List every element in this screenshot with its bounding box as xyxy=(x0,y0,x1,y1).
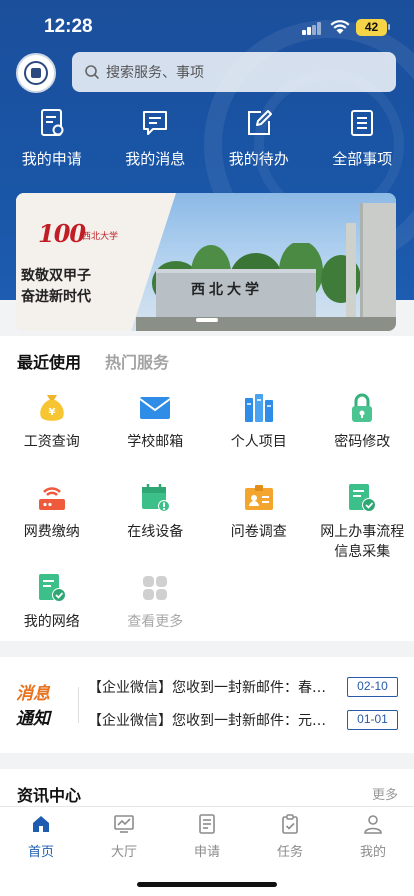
quick-my-applications[interactable]: 我的申请 xyxy=(0,108,104,178)
battery-cap xyxy=(388,24,390,30)
service-label: 密码修改 xyxy=(334,434,391,450)
tab-profile[interactable]: 我的 xyxy=(343,813,403,860)
edit-todo-icon xyxy=(247,110,272,135)
quick-label: 我的待办 xyxy=(228,150,289,168)
lock-icon xyxy=(352,393,373,422)
tab-label: 申请 xyxy=(193,845,220,860)
status-bar: 12:28 42 xyxy=(0,0,414,54)
banner-pillar xyxy=(346,223,356,331)
tab-hall[interactable]: 大厅 xyxy=(94,813,154,860)
application-doc-icon xyxy=(40,109,64,136)
banner-page-indicator xyxy=(196,318,218,322)
university-logo[interactable] xyxy=(16,53,56,93)
news-section: 资讯中心 更多 xyxy=(0,769,414,809)
banner-tower xyxy=(360,203,396,331)
anniversary-logo-sub: 西北大学 xyxy=(82,232,119,242)
news-title: 资讯中心 xyxy=(17,786,82,805)
device-calendar-icon xyxy=(142,484,171,512)
service-label: 网费缴纳 xyxy=(23,524,80,540)
project-books-icon xyxy=(244,394,273,422)
service-network-fee[interactable]: 网费缴纳 xyxy=(0,478,104,568)
tab-popular[interactable]: 热门服务 xyxy=(105,349,169,373)
more-grid-icon xyxy=(143,576,168,600)
service-personal-projects[interactable]: 个人项目 xyxy=(207,388,311,478)
tab-task[interactable]: 任务 xyxy=(260,813,320,860)
service-label: 在线设备 xyxy=(127,524,184,540)
list-icon xyxy=(351,110,374,136)
network-doc-icon xyxy=(38,574,66,602)
home-icon xyxy=(33,816,49,832)
service-online-process-info[interactable]: 网上办事流程信息采集 xyxy=(311,478,414,568)
banner-slogan-line1: 致敬双甲子 xyxy=(21,268,91,284)
status-time: 12:28 xyxy=(44,16,93,37)
hall-icon xyxy=(114,815,134,833)
battery-indicator: 42 xyxy=(356,19,387,36)
banner-slogan: 致敬双甲子 奋进新时代 xyxy=(21,266,91,308)
news-more-link[interactable]: 更多 xyxy=(372,784,398,803)
tab-label: 任务 xyxy=(276,845,303,860)
service-label: 查看更多 xyxy=(127,614,184,630)
apply-icon xyxy=(199,814,215,834)
notice-item-date: 01-01 xyxy=(347,710,398,730)
service-survey[interactable]: 问卷调查 xyxy=(207,478,311,568)
services-tabs: 最近使用 热门服务 xyxy=(17,349,169,373)
notice-brand: 消息 通知 xyxy=(16,679,70,729)
task-icon xyxy=(282,814,298,834)
quick-label: 我的申请 xyxy=(21,150,82,168)
tab-label: 首页 xyxy=(27,845,54,860)
notice-item-text[interactable]: 【企业微信】您收到一封新邮件：春… xyxy=(88,677,336,697)
service-label: 我的网络 xyxy=(23,614,80,630)
quick-label: 全部事项 xyxy=(332,150,393,168)
cellular-signal-icon xyxy=(302,22,322,35)
service-password-change[interactable]: 密码修改 xyxy=(311,388,414,478)
profile-icon xyxy=(364,815,382,834)
service-online-devices[interactable]: 在线设备 xyxy=(104,478,208,568)
search-bar[interactable]: 搜索服务、事项 xyxy=(72,52,396,92)
tab-label: 大厅 xyxy=(110,845,137,860)
tab-label: 我的 xyxy=(359,845,386,860)
tab-home[interactable]: 首页 xyxy=(11,813,71,860)
quick-my-messages[interactable]: 我的消息 xyxy=(104,108,208,178)
svg-text:¥: ¥ xyxy=(48,407,55,418)
banner-gate-text: 西北大学 xyxy=(191,282,263,298)
search-icon xyxy=(85,65,99,79)
mail-icon xyxy=(139,397,171,419)
notice-brand-line2: 通知 xyxy=(16,709,50,729)
checklist-doc-icon xyxy=(349,484,377,512)
quick-all-items[interactable]: 全部事项 xyxy=(311,108,414,178)
service-my-network[interactable]: 我的网络 xyxy=(0,568,104,658)
promo-banner[interactable]: 西北大学 100 西北大学 致敬双甲子 奋进新时代 xyxy=(16,193,396,331)
service-salary-query[interactable]: ¥ 工资查询 xyxy=(0,388,104,478)
notice-item-text[interactable]: 【企业微信】您收到一封新邮件：元… xyxy=(88,710,336,730)
tab-recent[interactable]: 最近使用 xyxy=(17,349,81,373)
service-school-mail[interactable]: 学校邮箱 xyxy=(104,388,208,478)
message-icon xyxy=(143,111,168,135)
services-card: 最近使用 热门服务 ¥ 工资查询 学校邮箱 个人项目 密码修改 网费缴纳 在线设… xyxy=(0,336,414,641)
services-grid: ¥ 工资查询 学校邮箱 个人项目 密码修改 网费缴纳 在线设备 问卷调查 网上办… xyxy=(0,388,414,658)
quick-label: 我的消息 xyxy=(125,150,186,168)
service-view-more[interactable]: 查看更多 xyxy=(104,568,208,658)
notice-item-date: 02-10 xyxy=(347,677,398,697)
router-icon xyxy=(38,487,65,510)
home-indicator xyxy=(137,882,277,887)
service-label: 网上办事流程信息采集 xyxy=(320,524,405,560)
banner-slogan-line2: 奋进新时代 xyxy=(21,289,91,305)
money-bag-icon: ¥ xyxy=(40,395,64,421)
service-label: 问卷调查 xyxy=(230,524,287,540)
service-label: 学校邮箱 xyxy=(127,434,184,450)
notice-card: 消息 通知 【企业微信】您收到一封新邮件：春… 02-10 【企业微信】您收到一… xyxy=(0,657,414,753)
banner-ground xyxy=(136,317,396,331)
notice-brand-line1: 消息 xyxy=(16,684,50,704)
service-label: 个人项目 xyxy=(230,434,287,450)
anniversary-logo: 100 xyxy=(38,219,86,248)
tab-apply[interactable]: 申请 xyxy=(177,813,237,860)
quick-actions: 我的申请 我的消息 我的待办 全部事项 xyxy=(0,108,414,178)
notice-divider xyxy=(78,687,79,723)
service-label: 工资查询 xyxy=(23,434,80,450)
survey-card-icon xyxy=(244,485,273,510)
quick-my-todos[interactable]: 我的待办 xyxy=(207,108,311,178)
search-placeholder: 搜索服务、事项 xyxy=(106,65,204,81)
wifi-icon xyxy=(330,20,350,34)
